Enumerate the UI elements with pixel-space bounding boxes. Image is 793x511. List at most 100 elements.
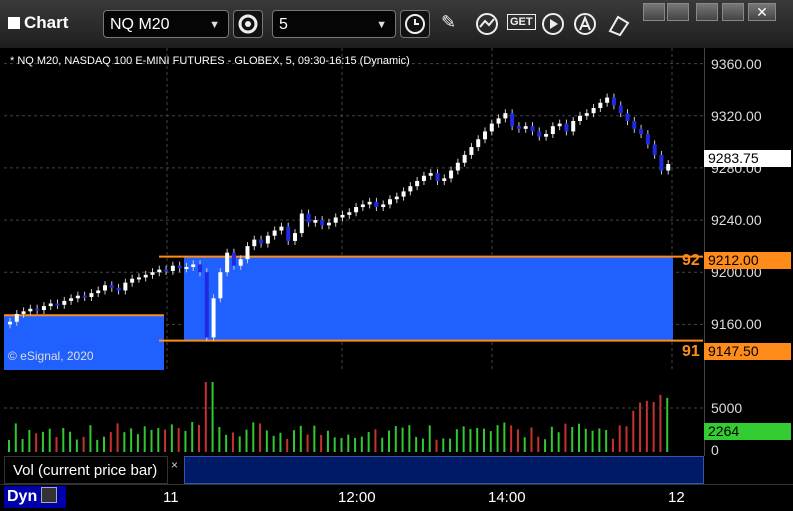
volume-bar xyxy=(313,425,316,452)
volume-bar xyxy=(96,439,99,452)
get-label: GET xyxy=(510,16,533,28)
candle xyxy=(8,321,12,325)
volume-bar xyxy=(55,437,58,452)
candle xyxy=(591,107,596,114)
volume-bar xyxy=(48,428,51,452)
pin-button[interactable] xyxy=(643,3,665,21)
volume-bar xyxy=(143,426,146,452)
volume-bar xyxy=(530,427,533,452)
close-study-icon[interactable]: × xyxy=(171,458,178,472)
alert-icon[interactable] xyxy=(572,11,600,37)
candle xyxy=(55,303,60,306)
volume-bar xyxy=(469,428,472,452)
candle xyxy=(238,259,243,266)
candle xyxy=(659,154,664,171)
volume-bar xyxy=(286,438,289,452)
candle xyxy=(109,285,114,288)
candle xyxy=(177,265,182,269)
close-button[interactable]: ✕ xyxy=(748,3,776,21)
candle xyxy=(388,199,392,205)
candle xyxy=(170,265,175,271)
price-plot[interactable] xyxy=(4,48,703,370)
volume-bar xyxy=(564,423,567,452)
candle xyxy=(571,121,576,132)
time-label-11: 11 xyxy=(163,489,179,506)
upper-level-tag: 9212.00 xyxy=(704,252,791,269)
candle xyxy=(510,113,515,127)
candle xyxy=(136,277,141,280)
candle xyxy=(360,204,365,208)
candle xyxy=(605,97,610,103)
volume-bar xyxy=(428,425,431,452)
volume-chart xyxy=(4,382,703,452)
volume-bar xyxy=(666,397,669,452)
volume-bar xyxy=(279,432,282,452)
candle xyxy=(143,274,148,278)
study-pane xyxy=(184,456,704,484)
candle xyxy=(632,121,637,129)
volume-bar xyxy=(476,427,479,452)
interval-select[interactable]: 5 ▼ xyxy=(272,10,396,38)
candle xyxy=(286,226,291,241)
get-button[interactable]: GET xyxy=(507,14,536,30)
restore-button[interactable] xyxy=(667,3,689,21)
lock-icon xyxy=(41,487,58,503)
volume-bar xyxy=(381,437,384,452)
play-icon[interactable] xyxy=(540,11,568,37)
volume-plot[interactable] xyxy=(4,374,703,452)
volume-bar xyxy=(578,423,580,452)
candle xyxy=(415,180,420,187)
price-tick: 9240.00 xyxy=(711,212,762,229)
pencil-icon[interactable]: ✎ xyxy=(441,12,456,33)
settings-button[interactable] xyxy=(233,10,263,38)
candle xyxy=(123,282,128,291)
candle xyxy=(184,267,189,270)
volume-bar xyxy=(150,429,153,452)
volume-bar xyxy=(632,410,635,452)
volume-bar xyxy=(388,430,390,452)
dynamic-button[interactable]: Dyn xyxy=(4,486,66,508)
candle xyxy=(503,113,508,119)
volume-bar xyxy=(584,428,587,452)
volume-bar xyxy=(164,429,167,452)
maximize-button[interactable] xyxy=(722,3,744,21)
candle xyxy=(164,269,169,272)
candle xyxy=(442,178,447,181)
candle xyxy=(469,147,474,155)
chart-window-icon xyxy=(8,17,20,29)
volume-bar xyxy=(550,426,553,452)
candle xyxy=(225,252,230,273)
volume-bar xyxy=(177,427,180,452)
candle xyxy=(69,298,74,301)
symbol-select[interactable]: NQ M20 ▼ xyxy=(103,10,229,38)
volume-bar xyxy=(503,422,506,452)
volume-bar xyxy=(204,382,207,452)
candle xyxy=(103,285,107,291)
study-label[interactable]: Vol (current price bar) xyxy=(4,456,168,484)
candle xyxy=(279,226,284,231)
volume-bar xyxy=(170,424,173,452)
candle xyxy=(333,217,338,223)
candle xyxy=(483,131,487,140)
volume-bar xyxy=(184,430,187,452)
volume-bar xyxy=(75,439,78,452)
candle xyxy=(14,313,19,322)
candle xyxy=(157,269,162,273)
time-template-button[interactable] xyxy=(400,10,430,38)
volume-bar xyxy=(41,431,44,452)
candle xyxy=(489,123,494,132)
volume-bar xyxy=(14,423,17,452)
candle xyxy=(394,196,399,200)
minimize-button[interactable] xyxy=(696,3,718,21)
candle xyxy=(625,113,630,122)
link-icon[interactable] xyxy=(606,11,632,37)
volume-bar xyxy=(598,428,601,452)
volume-bar xyxy=(462,426,465,452)
trend-icon[interactable] xyxy=(474,11,502,37)
volume-tag: 2264 xyxy=(704,423,791,440)
app-title: Chart xyxy=(8,13,68,33)
volume-bar xyxy=(326,430,329,452)
candle xyxy=(639,128,644,135)
candle xyxy=(62,300,67,305)
volume-bar xyxy=(571,426,574,452)
